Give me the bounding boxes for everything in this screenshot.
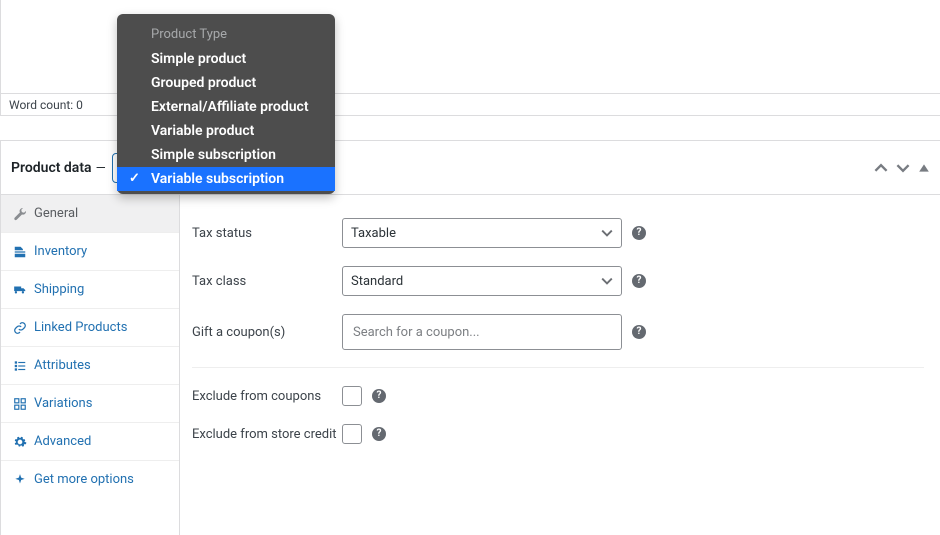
panel-title-dash: — <box>96 161 106 176</box>
chevron-down-icon <box>601 227 613 239</box>
row-exclude-store-credit: Exclude from store credit ? <box>192 415 924 453</box>
inventory-icon <box>13 245 27 259</box>
sidebar-item-advanced[interactable]: Advanced <box>1 423 179 461</box>
gift-coupon-placeholder: Search for a coupon... <box>353 325 480 340</box>
gift-coupon-input[interactable]: Search for a coupon... <box>342 314 622 350</box>
tax-status-select[interactable]: Taxable <box>342 218 622 248</box>
link-icon <box>13 321 27 335</box>
sidebar-item-label: Shipping <box>34 282 84 297</box>
sidebar-item-label: Variations <box>34 396 92 411</box>
product-type-dropdown[interactable]: Product Type Simple product Grouped prod… <box>117 14 335 194</box>
grid-icon <box>13 397 27 411</box>
word-count-label: Word count: 0 <box>9 98 83 112</box>
truck-icon <box>13 283 27 297</box>
row-tax-status: Tax status Taxable ? <box>192 209 924 257</box>
form-area: Tax status Taxable ? Tax class Standard <box>180 195 940 535</box>
sidebar-item-shipping[interactable]: Shipping <box>1 271 179 309</box>
row-tax-class: Tax class Standard ? <box>192 257 924 305</box>
help-icon[interactable]: ? <box>632 325 646 339</box>
sidebar-item-variations[interactable]: Variations <box>1 385 179 423</box>
exclude-store-credit-label: Exclude from store credit <box>192 427 342 442</box>
tax-status-label: Tax status <box>192 226 342 241</box>
product-type-group-label: Product Type <box>117 19 335 47</box>
gift-coupon-label: Gift a coupon(s) <box>192 325 342 340</box>
chevron-down-icon <box>601 275 613 287</box>
exclude-coupons-checkbox[interactable] <box>342 386 362 406</box>
sidebar-item-label: General <box>34 206 78 221</box>
product-type-option-grouped-product[interactable]: Grouped product <box>117 71 335 95</box>
sidebar-item-label: Get more options <box>34 472 134 487</box>
sidebar-item-inventory[interactable]: Inventory <box>1 233 179 271</box>
sidebar-item-label: Inventory <box>34 244 87 259</box>
sidebar-item-get-more-options[interactable]: Get more options <box>1 461 179 498</box>
panel-title: Product data <box>11 160 92 176</box>
panel-body: General Inventory Shipping Linked Produc… <box>1 195 940 535</box>
sidebar-item-label: Attributes <box>34 358 91 373</box>
sidebar-item-general[interactable]: General <box>1 195 179 233</box>
help-icon[interactable]: ? <box>632 226 646 240</box>
product-type-option-external-affiliate[interactable]: External/Affiliate product <box>117 95 335 119</box>
product-type-option-variable-product[interactable]: Variable product <box>117 119 335 143</box>
sidebar-item-label: Advanced <box>34 434 91 449</box>
help-icon[interactable]: ? <box>372 427 386 441</box>
sidebar-item-attributes[interactable]: Attributes <box>1 347 179 385</box>
product-type-option-variable-subscription[interactable]: Variable subscription <box>117 167 335 191</box>
row-exclude-coupons: Exclude from coupons ? <box>192 367 924 415</box>
sparkle-icon <box>13 473 27 487</box>
help-icon[interactable]: ? <box>632 274 646 288</box>
tax-class-value: Standard <box>351 274 403 289</box>
panel-toggle-icons <box>874 161 930 175</box>
exclude-store-credit-checkbox[interactable] <box>342 424 362 444</box>
tax-class-select[interactable]: Standard <box>342 266 622 296</box>
panel-move-up-icon[interactable] <box>874 161 888 175</box>
tax-class-label: Tax class <box>192 274 342 289</box>
row-gift-coupon: Gift a coupon(s) Search for a coupon... … <box>192 305 924 359</box>
panel-collapse-icon[interactable] <box>918 162 930 174</box>
tax-status-value: Taxable <box>351 226 396 241</box>
product-data-panel: Product data — General <box>0 141 940 535</box>
product-type-option-simple-subscription[interactable]: Simple subscription <box>117 143 335 167</box>
wrench-icon <box>13 207 27 221</box>
product-type-option-simple-product[interactable]: Simple product <box>117 47 335 71</box>
panel-move-down-icon[interactable] <box>896 161 910 175</box>
gear-icon <box>13 435 27 449</box>
help-icon[interactable]: ? <box>372 389 386 403</box>
sidebar-item-linked-products[interactable]: Linked Products <box>1 309 179 347</box>
sidebar-item-label: Linked Products <box>34 320 127 335</box>
list-icon <box>13 359 27 373</box>
exclude-coupons-label: Exclude from coupons <box>192 389 342 404</box>
sidebar: General Inventory Shipping Linked Produc… <box>1 195 180 535</box>
